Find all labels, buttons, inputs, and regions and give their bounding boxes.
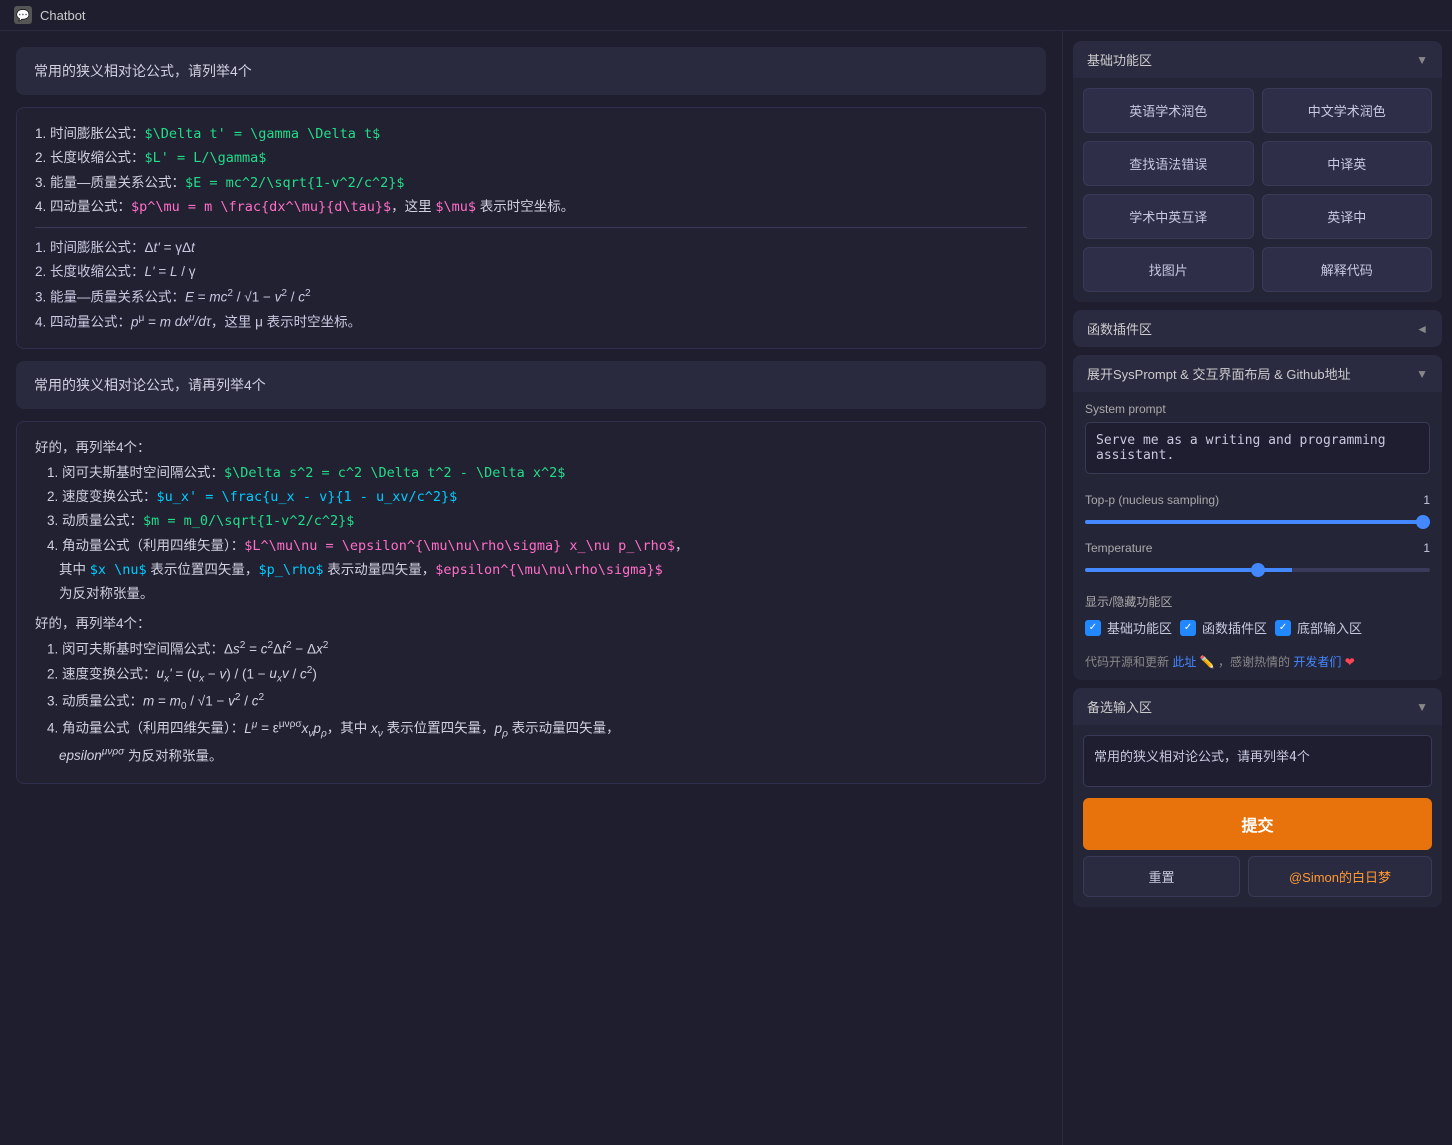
basic-functions-section: 基础功能区 ▼ 英语学术润色 中文学术润色 查找语法错误 中译英 学术中英互译 …: [1073, 41, 1442, 302]
temperature-slider[interactable]: [1085, 568, 1430, 572]
title-bar: 💬 Chatbot: [0, 0, 1452, 31]
checkbox-bottom-input[interactable]: ✓ 底部输入区: [1275, 618, 1362, 637]
temperature-slider-container: [1073, 557, 1442, 583]
checkbox-plugin-functions[interactable]: ✓ 函数插件区: [1180, 618, 1267, 637]
system-prompt-input[interactable]: Serve me as a writing and programming as…: [1085, 422, 1430, 474]
backup-input-arrow: ▼: [1416, 700, 1428, 714]
plugin-functions-arrow: ◄: [1416, 322, 1428, 336]
bot-message-1: 1. 时间膨胀公式：$\Delta t' = \gamma \Delta t$ …: [16, 107, 1046, 349]
checkbox-box-bottom: ✓: [1275, 620, 1291, 636]
btn-grammar-check[interactable]: 查找语法错误: [1083, 141, 1254, 186]
title-bar-text: Chatbot: [40, 8, 86, 23]
chat-panel: 常用的狭义相对论公式，请列举4个 1. 时间膨胀公式：$\Delta t' = …: [0, 31, 1062, 1145]
system-prompt-label: System prompt: [1085, 402, 1430, 416]
btn-chinese-polish[interactable]: 中文学术润色: [1262, 88, 1433, 133]
btn-find-image[interactable]: 找图片: [1083, 247, 1254, 292]
backup-input-section: 备选输入区 ▼ 常用的狭义相对论公式，请再列举4个 提交 重置 @Simon的白…: [1073, 688, 1442, 907]
heart-icon: ❤: [1345, 655, 1355, 669]
sysprompt-header[interactable]: 展开SysPrompt & 交互界面布局 & Github地址 ▼: [1073, 355, 1442, 392]
watermark: @Simon的白日梦: [1248, 856, 1432, 897]
system-prompt-body: System prompt Serve me as a writing and …: [1073, 392, 1442, 487]
backup-input-header[interactable]: 备选输入区 ▼: [1073, 688, 1442, 725]
temperature-row: Temperature 1: [1073, 535, 1442, 557]
basic-functions-arrow: ▼: [1416, 53, 1428, 67]
user-message-1: 常用的狭义相对论公式，请列举4个: [16, 47, 1046, 95]
sysprompt-arrow: ▼: [1416, 367, 1428, 381]
backup-input-body: 常用的狭义相对论公式，请再列举4个 提交 重置 @Simon的白日梦: [1073, 725, 1442, 907]
bot-message-2: 好的，再列举4个： 1. 闵可夫斯基时空间隔公式：$\Delta s^2 = c…: [16, 421, 1046, 783]
checkbox-box-plugin: ✓: [1180, 620, 1196, 636]
app-container: 💬 Chatbot 常用的狭义相对论公式，请列举4个 1. 时间膨胀公式：$\D…: [0, 0, 1452, 1145]
btn-zh-to-en[interactable]: 中译英: [1262, 141, 1433, 186]
topp-value: 1: [1423, 493, 1430, 507]
checkbox-box-basic: ✓: [1085, 620, 1101, 636]
topp-slider[interactable]: [1085, 520, 1430, 524]
backup-textarea[interactable]: 常用的狭义相对论公式，请再列举4个: [1083, 735, 1432, 787]
topp-row: Top-p (nucleus sampling) 1: [1073, 487, 1442, 509]
footer-suffix: ，感谢热情的: [1218, 655, 1290, 669]
sysprompt-section: 展开SysPrompt & 交互界面布局 & Github地址 ▼ System…: [1073, 355, 1442, 680]
visibility-section: 显示/隐藏功能区 ✓ 基础功能区 ✓ 函数插件区 ✓ 底部输入区: [1073, 583, 1442, 647]
visibility-label: 显示/隐藏功能区: [1085, 593, 1430, 610]
footer-link[interactable]: 此址: [1172, 655, 1196, 669]
temperature-label: Temperature: [1085, 541, 1152, 555]
btn-english-polish[interactable]: 英语学术润色: [1083, 88, 1254, 133]
checkbox-basic-functions[interactable]: ✓ 基础功能区: [1085, 618, 1172, 637]
bottom-buttons: 重置 @Simon的白日梦: [1083, 856, 1432, 897]
footer-pencil-icon: ✏️: [1200, 655, 1215, 669]
basic-functions-header[interactable]: 基础功能区 ▼: [1073, 41, 1442, 78]
btn-en-to-zh[interactable]: 英译中: [1262, 194, 1433, 239]
submit-button[interactable]: 提交: [1083, 798, 1432, 850]
btn-academic-translate[interactable]: 学术中英互译: [1083, 194, 1254, 239]
topp-slider-container: [1073, 509, 1442, 535]
btn-explain-code[interactable]: 解释代码: [1262, 247, 1433, 292]
basic-functions-grid: 英语学术润色 中文学术润色 查找语法错误 中译英 学术中英互译 英译中 找图片 …: [1073, 78, 1442, 302]
checkbox-grid: ✓ 基础功能区 ✓ 函数插件区 ✓ 底部输入区: [1085, 618, 1430, 637]
developers-link[interactable]: 开发者们: [1293, 655, 1341, 669]
plugin-functions-header[interactable]: 函数插件区 ◄: [1073, 310, 1442, 347]
topp-label: Top-p (nucleus sampling): [1085, 493, 1219, 507]
user-message-2: 常用的狭义相对论公式，请再列举4个: [16, 361, 1046, 409]
temperature-value: 1: [1423, 541, 1430, 555]
main-layout: 常用的狭义相对论公式，请列举4个 1. 时间膨胀公式：$\Delta t' = …: [0, 31, 1452, 1145]
reset-button[interactable]: 重置: [1083, 856, 1240, 897]
plugin-functions-section: 函数插件区 ◄: [1073, 310, 1442, 347]
right-panel: 基础功能区 ▼ 英语学术润色 中文学术润色 查找语法错误 中译英 学术中英互译 …: [1062, 31, 1452, 1145]
chatbot-icon: 💬: [14, 6, 32, 24]
footer-prefix: 代码开源和更新: [1085, 655, 1169, 669]
footer-links: 代码开源和更新 此址 ✏️ ，感谢热情的 开发者们 ❤: [1073, 647, 1442, 680]
